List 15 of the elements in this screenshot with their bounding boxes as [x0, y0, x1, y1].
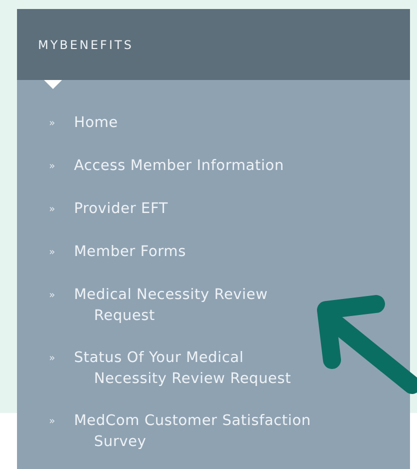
menu-link[interactable]: Member Forms — [74, 242, 186, 263]
menu-link[interactable]: MedCom Customer Satisfaction Survey — [74, 411, 311, 453]
menu-link[interactable]: Provider EFT — [74, 199, 168, 220]
bullet-icon: » — [49, 285, 74, 306]
menu-link[interactable]: Access Member Information — [74, 156, 284, 177]
bullet-icon: » — [49, 199, 74, 220]
bullet-icon: » — [49, 113, 74, 134]
bullet-icon: » — [49, 242, 74, 263]
bullet-icon: » — [49, 348, 74, 369]
menu-link[interactable]: Medical Necessity Review Request — [74, 285, 268, 327]
menu-link[interactable]: Home — [74, 113, 118, 134]
menu-link[interactable]: Status Of Your Medical Necessity Review Request — [74, 348, 292, 390]
bullet-icon: » — [49, 411, 74, 432]
bullet-icon: » — [49, 156, 74, 177]
menu-title: MYBENEFITS — [38, 38, 134, 52]
